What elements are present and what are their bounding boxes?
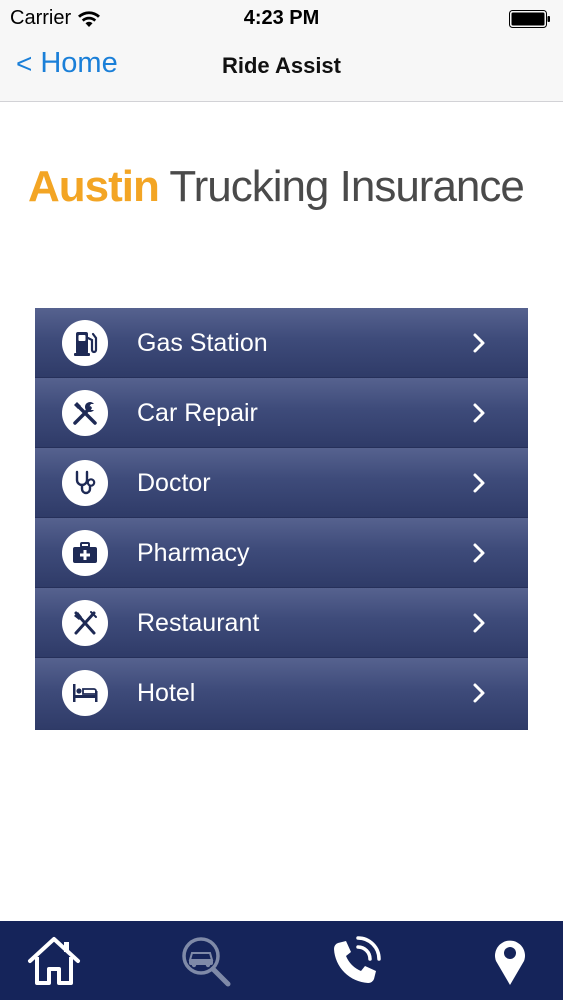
fork-knife-icon — [62, 600, 108, 646]
menu-item-label: Doctor — [137, 469, 211, 497]
chevron-right-icon — [473, 333, 485, 353]
menu-item-doctor[interactable]: Doctor — [35, 448, 528, 518]
home-icon — [28, 937, 80, 985]
navigation-bar: < Home Ride Assist — [0, 38, 563, 102]
search-car-icon — [182, 937, 231, 987]
menu-item-gas-station[interactable]: Gas Station — [35, 308, 528, 378]
tab-phone[interactable] — [326, 933, 386, 989]
medical-kit-icon — [62, 530, 108, 576]
status-time: 4:23 PM — [243, 7, 320, 29]
bed-icon — [62, 670, 108, 716]
company-logo: Austin Trucking Insurance — [28, 162, 538, 222]
menu-item-label: Gas Station — [137, 329, 268, 357]
chevron-right-icon — [473, 683, 485, 703]
phone-icon — [333, 936, 381, 984]
menu-item-pharmacy[interactable]: Pharmacy — [35, 518, 528, 588]
tools-icon — [62, 390, 108, 436]
menu-item-label: Car Repair — [137, 399, 258, 427]
tab-location[interactable] — [480, 933, 540, 989]
page-title: Ride Assist — [221, 53, 341, 78]
menu-item-restaurant[interactable]: Restaurant — [35, 588, 528, 658]
tab-search-car[interactable] — [176, 933, 236, 989]
chevron-right-icon — [473, 473, 485, 493]
logo-text-austin: Austin — [28, 162, 160, 211]
bottom-tab-bar — [0, 921, 563, 1000]
gas-pump-icon — [62, 320, 108, 366]
menu-item-label: Restaurant — [137, 609, 260, 637]
chevron-right-icon — [473, 613, 485, 633]
menu-item-hotel[interactable]: Hotel — [35, 658, 528, 729]
stethoscope-icon — [62, 460, 108, 506]
chevron-right-icon — [473, 543, 485, 563]
location-pin-icon — [495, 940, 525, 985]
ride-assist-menu: Gas Station Car Repair Doctor Pharmacy R… — [35, 308, 528, 730]
tab-home[interactable] — [24, 933, 84, 989]
menu-item-car-repair[interactable]: Car Repair — [35, 378, 528, 448]
status-bar: Carrier 4:23 PM — [0, 0, 563, 38]
menu-item-label: Hotel — [137, 679, 196, 707]
battery-icon — [509, 10, 550, 28]
menu-item-label: Pharmacy — [137, 539, 250, 567]
logo-text-trucking-insurance: Trucking Insurance — [158, 162, 525, 211]
chevron-right-icon — [473, 403, 485, 423]
